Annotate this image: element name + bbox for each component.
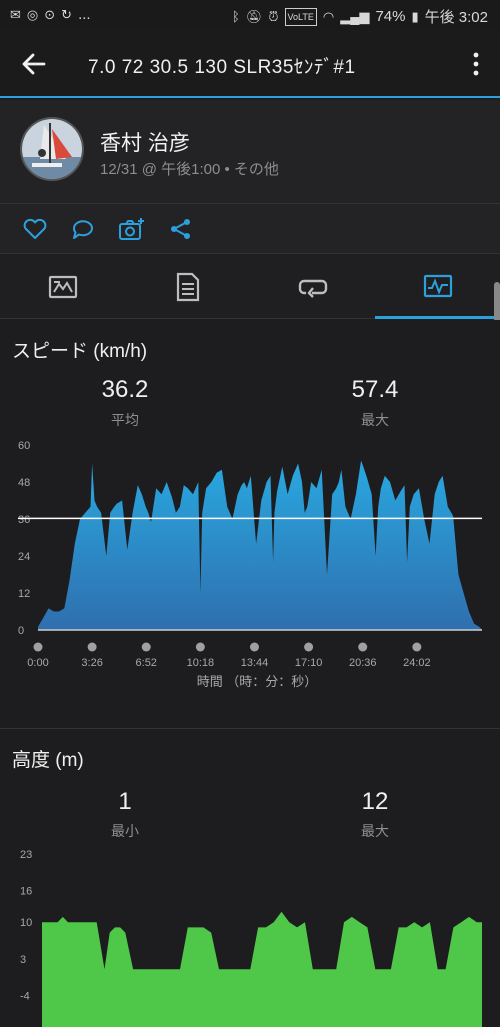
elevation-y-tick: 10 [20, 917, 32, 929]
elevation-max-value: 12 [361, 788, 389, 815]
speed-x-tick-dot [249, 642, 259, 652]
speed-y-tick: 0 [18, 625, 24, 637]
refresh-icon: ↻ [61, 6, 73, 22]
profile-name: 香村 治彦 [100, 132, 190, 155]
elevation-y-tick: 23 [20, 849, 32, 861]
elevation-y-tick: 3 [20, 954, 26, 966]
mail-icon: ✉ [10, 6, 21, 22]
status-bar: ✉ ◎ ⊙ ↻ ... ᛒ 🔕︎ ⏰︎ VoLTE ◠ ▂▄▆ 74% ▮ 午後… [0, 0, 500, 30]
elevation-area-series [42, 911, 482, 1027]
volte-icon: VoLTE [284, 7, 317, 26]
speed-area-series [38, 460, 482, 630]
speed-max-label: 最大 [361, 412, 389, 428]
speed-x-tick-dot [195, 642, 205, 652]
speed-x-tick: 24:02 [403, 657, 431, 669]
speed-x-tick-dot [358, 642, 368, 652]
elevation-chart: -4 3 10 16 23 [20, 849, 482, 1027]
speed-y-tick: 60 [18, 440, 30, 452]
speed-section: スピード (km/h) 36.2 平均 57.4 最大 0 12 24 36 48 60 0… [0, 320, 500, 728]
chart-graph-icon [423, 274, 452, 297]
battery-percent: 74% [375, 8, 406, 25]
speed-y-tick: 36 [18, 514, 30, 526]
battery-icon: ▮ [411, 8, 419, 24]
elevation-y-tick: -4 [20, 991, 30, 1003]
mute-icon: 🔕︎ [245, 8, 263, 24]
speed-x-tick-dot [33, 642, 43, 652]
more-options-icon[interactable] [466, 50, 486, 78]
profile-header: 香村 治彦 12/31 @ 午後1:00 • その他 [0, 100, 500, 204]
speed-x-tick: 13:44 [241, 657, 269, 669]
document-list-icon [176, 272, 199, 302]
speed-y-tick: 24 [18, 551, 30, 563]
status-time: 午後 3:02 [424, 9, 488, 26]
speed-x-tick-dot [304, 642, 314, 652]
speed-avg-label: 平均 [111, 412, 139, 428]
signal-icon: ▂▄▆ [340, 8, 370, 24]
speed-x-tick-dot [87, 642, 97, 652]
bluetooth-icon: ᛒ [232, 8, 240, 24]
course-map-icon [48, 275, 77, 299]
status-ellipsis: ... [78, 6, 91, 23]
speed-y-tick: 48 [18, 477, 30, 489]
profile-meta: 12/31 @ 午後1:00 • その他 [100, 161, 279, 178]
elevation-y-tick: 16 [20, 886, 32, 898]
speed-avg-value: 36.2 [101, 376, 149, 403]
speed-x-axis-title: 時間 （時：分：秒） [197, 674, 318, 689]
activity-title: 7.0 72 30.5 130 SLR35ｾﾝﾃﾞ#1 [88, 57, 356, 78]
speed-x-tick: 3:26 [81, 657, 102, 669]
speed-x-tick: 20:36 [349, 657, 377, 669]
speed-x-tick: 0:00 [27, 657, 48, 669]
speed-chart: 0 12 24 36 48 60 0:00 3:26 6:52 10:18 13:44 17:10 20… [18, 440, 482, 689]
speed-x-tick-dot [412, 642, 422, 652]
speed-x-tick: 17:10 [295, 657, 323, 669]
action-bar [0, 204, 500, 254]
elevation-section: 高度 (m) 1 最小 12 最大 -4 3 10 16 23 [0, 729, 500, 1027]
tab-charts[interactable] [375, 255, 500, 319]
speed-x-tick: 10:18 [187, 657, 215, 669]
comment-icon[interactable] [70, 217, 96, 241]
avatar[interactable] [20, 117, 84, 181]
wifi-icon: ◠ [322, 8, 335, 24]
speed-x-tick-dot [141, 642, 151, 652]
back-arrow-icon[interactable] [18, 48, 50, 80]
tab-overview[interactable] [0, 255, 125, 319]
like-heart-icon[interactable] [22, 217, 48, 241]
elevation-min-label: 最小 [111, 823, 139, 839]
speed-title: スピード (km/h) [12, 341, 148, 362]
add-photo-icon[interactable] [118, 217, 146, 241]
camera-icon: ⊙ [44, 6, 56, 22]
laps-loop-icon [298, 279, 327, 298]
tab-stats[interactable] [125, 255, 250, 319]
speed-x-tick: 6:52 [136, 657, 157, 669]
speed-max-value: 57.4 [351, 376, 399, 403]
elevation-title: 高度 (m) [12, 750, 84, 771]
speed-y-tick: 12 [18, 588, 30, 600]
app-bar: 7.0 72 30.5 130 SLR35ｾﾝﾃﾞ#1 [0, 30, 500, 98]
tab-bar [0, 255, 500, 319]
elevation-max-label: 最大 [361, 823, 389, 839]
alarm-icon: ⏰︎ [268, 8, 279, 24]
status-right-icons: ᛒ 🔕︎ ⏰︎ VoLTE ◠ ▂▄▆ 74% ▮ 午後 3:02 [232, 6, 488, 27]
share-icon[interactable] [168, 217, 194, 241]
status-left-icons: ✉ ◎ ⊙ ↻ ... [10, 6, 91, 23]
sync-icon: ◎ [26, 6, 39, 22]
elevation-min-value: 1 [118, 788, 132, 815]
tab-laps[interactable] [250, 255, 375, 319]
